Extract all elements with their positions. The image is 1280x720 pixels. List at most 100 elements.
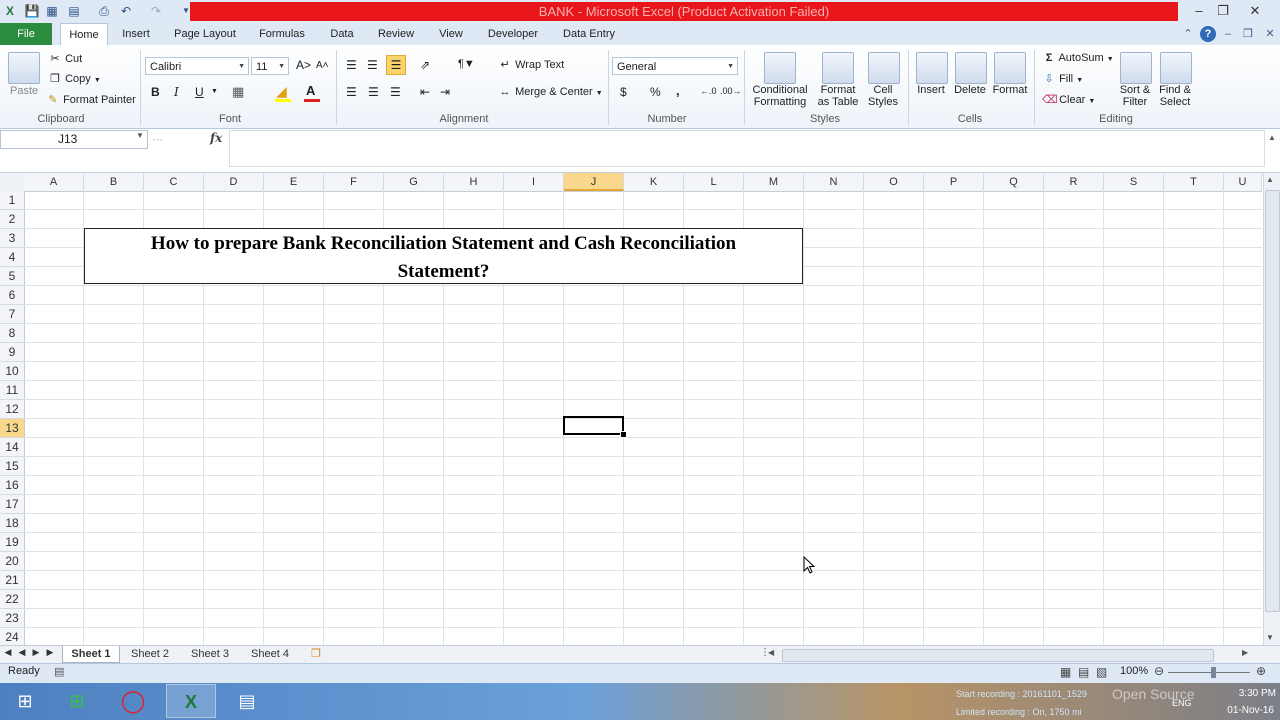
row-header-20[interactable]: 20 <box>0 552 24 571</box>
insert-function-button[interactable]: fx <box>210 131 222 145</box>
opera-icon[interactable]: ◯ <box>108 684 158 718</box>
column-header-q[interactable]: Q <box>984 173 1044 191</box>
decrease-indent-icon[interactable]: ⇤ <box>420 85 430 99</box>
column-header-f[interactable]: F <box>324 173 384 191</box>
zoom-in-icon[interactable]: ⊕ <box>1256 664 1266 678</box>
align-center-icon[interactable]: ☰ <box>368 85 379 99</box>
paste-icon[interactable] <box>8 52 40 84</box>
text-direction-icon[interactable]: ¶▼ <box>458 58 475 70</box>
column-header-j[interactable]: J <box>564 173 624 191</box>
copy-button[interactable]: ❐ Copy ▼ <box>48 72 101 86</box>
font-name-combo[interactable]: Calibri ▼ <box>145 57 249 75</box>
tab-data[interactable]: Data <box>324 23 360 45</box>
grow-font-icon[interactable]: A˃ <box>296 58 311 72</box>
underline-dropdown-icon[interactable]: ▼ <box>211 88 218 95</box>
row-header-3[interactable]: 3 <box>0 229 24 248</box>
page-layout-view-icon[interactable]: ▤ <box>1078 665 1089 679</box>
autosum-button[interactable]: Σ AutoSum ▼ <box>1042 51 1114 65</box>
prev-sheet-icon[interactable]: ◀ <box>16 647 28 658</box>
column-header-b[interactable]: B <box>84 173 144 191</box>
column-header-r[interactable]: R <box>1044 173 1104 191</box>
format-as-table-icon[interactable] <box>822 52 854 84</box>
scroll-left-icon[interactable]: ◀ <box>768 648 774 657</box>
column-header-p[interactable]: P <box>924 173 984 191</box>
italic-button[interactable]: I <box>174 85 179 99</box>
shrink-font-icon[interactable]: A˄ <box>316 60 329 71</box>
paste-button[interactable]: Paste <box>10 85 38 97</box>
language-indicator[interactable]: ENG <box>1172 698 1192 708</box>
format-as-table-button[interactable]: Format as Table <box>810 84 866 108</box>
doc-restore-icon[interactable]: ❐ <box>1240 26 1256 42</box>
row-header-2[interactable]: 2 <box>0 210 24 229</box>
row-header-1[interactable]: 1 <box>0 191 24 210</box>
page-break-view-icon[interactable]: ▧ <box>1096 665 1107 679</box>
open-icon[interactable]: ▤ <box>66 3 82 19</box>
quick-access-icon[interactable]: ▦ <box>44 3 60 19</box>
align-bottom-icon[interactable]: ☰ <box>386 55 406 75</box>
doc-close-icon[interactable]: ✕ <box>1262 26 1278 42</box>
align-middle-icon[interactable]: ☰ <box>367 58 378 72</box>
formula-input[interactable] <box>229 130 1265 167</box>
zoom-level[interactable]: 100% <box>1120 665 1148 677</box>
formula-expand-icon[interactable]: ▲ <box>1268 133 1276 142</box>
find-select-icon[interactable] <box>1160 52 1192 84</box>
tab-review[interactable]: Review <box>372 23 420 45</box>
active-cell[interactable] <box>563 416 624 435</box>
undo-icon[interactable]: ↶ <box>118 3 134 19</box>
close-icon[interactable]: ✕ <box>1242 1 1268 21</box>
tab-page-layout[interactable]: Page Layout <box>170 23 240 45</box>
sort-filter-icon[interactable] <box>1120 52 1152 84</box>
file-explorer-icon[interactable]: ▤ <box>222 684 272 718</box>
row-header-9[interactable]: 9 <box>0 343 24 362</box>
row-header-14[interactable]: 14 <box>0 438 24 457</box>
row-header-4[interactable]: 4 <box>0 248 24 267</box>
tab-data-entry[interactable]: Data Entry <box>556 23 622 45</box>
clock-time[interactable]: 3:30 PM <box>1216 688 1276 699</box>
decrease-decimal-icon[interactable]: .00→ <box>720 86 742 96</box>
doc-minimize-icon[interactable]: – <box>1220 26 1236 42</box>
column-header-h[interactable]: H <box>444 173 504 191</box>
zoom-out-icon[interactable]: ⊖ <box>1154 664 1164 678</box>
row-header-23[interactable]: 23 <box>0 609 24 628</box>
row-header-11[interactable]: 11 <box>0 381 24 400</box>
column-header-m[interactable]: M <box>744 173 804 191</box>
delete-cells-button[interactable]: Delete <box>950 84 990 96</box>
last-sheet-icon[interactable]: ▶ <box>44 647 56 658</box>
excel-logo-icon[interactable]: X <box>2 3 18 19</box>
column-header-u[interactable]: U <box>1224 173 1262 191</box>
minimize-icon[interactable]: – <box>1186 1 1212 21</box>
font-size-combo[interactable]: 11 ▼ <box>251 57 289 75</box>
ribbon-minimize-icon[interactable]: ⌃ <box>1180 26 1196 42</box>
tab-home[interactable]: Home <box>60 23 108 47</box>
format-painter-button[interactable]: ✎ Format Painter <box>46 93 135 107</box>
column-header-n[interactable]: N <box>804 173 864 191</box>
merged-title-cell[interactable]: How to prepare Bank Reconciliation State… <box>84 228 803 284</box>
comma-button[interactable]: , <box>676 83 680 98</box>
insert-sheet-icon[interactable]: ❐ <box>306 646 326 662</box>
column-header-t[interactable]: T <box>1164 173 1224 191</box>
print-icon[interactable]: ⎙ <box>96 3 112 19</box>
find-select-button[interactable]: Find & Select <box>1154 84 1196 108</box>
clear-button[interactable]: ⌫ Clear ▼ <box>1042 93 1095 107</box>
percent-button[interactable]: % <box>650 85 661 99</box>
format-cells-icon[interactable] <box>994 52 1026 84</box>
name-box[interactable]: J13 <box>0 130 148 149</box>
column-header-i[interactable]: I <box>504 173 564 191</box>
row-header-6[interactable]: 6 <box>0 286 24 305</box>
tab-insert[interactable]: Insert <box>114 23 158 45</box>
row-header-5[interactable]: 5 <box>0 267 24 286</box>
sheet-tab-1[interactable]: Sheet 1 <box>62 646 120 663</box>
wrap-text-button[interactable]: ↵ Wrap Text <box>498 58 564 72</box>
chevron-down-icon[interactable]: ▼ <box>136 131 144 140</box>
row-header-10[interactable]: 10 <box>0 362 24 381</box>
excel-taskbar-icon[interactable]: X <box>166 684 216 718</box>
tab-file[interactable]: File <box>0 23 52 45</box>
column-header-g[interactable]: G <box>384 173 444 191</box>
select-all-corner[interactable] <box>0 173 24 191</box>
row-header-16[interactable]: 16 <box>0 476 24 495</box>
cell-styles-icon[interactable] <box>868 52 900 84</box>
clock-date[interactable]: 01-Nov-16 <box>1210 705 1274 716</box>
font-color-icon[interactable]: A <box>306 83 315 98</box>
conditional-formatting-button[interactable]: Conditional Formatting <box>751 84 809 108</box>
merge-center-button[interactable]: ↔ Merge & Center ▼ <box>498 85 603 99</box>
